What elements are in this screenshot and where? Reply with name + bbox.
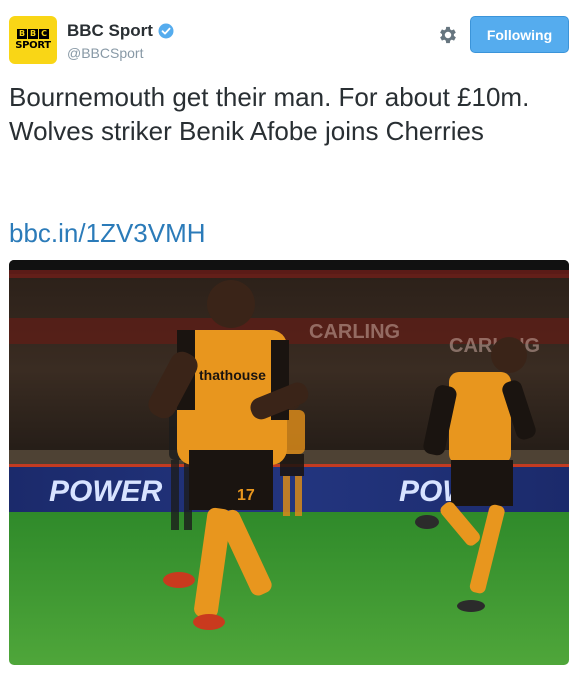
avatar[interactable]: B B C SPORT bbox=[9, 16, 57, 64]
display-name[interactable]: BBC Sport bbox=[67, 21, 153, 41]
bbc-logo: B B C bbox=[17, 29, 49, 39]
shirt-number: 17 bbox=[237, 487, 255, 504]
avatar-letter: B bbox=[28, 29, 38, 39]
avatar-sport-text: SPORT bbox=[15, 40, 51, 51]
account-names: BBC Sport @BBCSport bbox=[67, 21, 174, 61]
tweet-photo[interactable]: CARLING CARLING POWER POWER bbox=[9, 260, 569, 665]
tweet-card: B B C SPORT BBC Sport @BBCSport Followin… bbox=[0, 0, 582, 673]
stand-text: CARLING bbox=[309, 321, 400, 343]
verified-icon bbox=[158, 23, 174, 39]
gear-icon[interactable] bbox=[437, 24, 459, 46]
shirt-sponsor: thathouse bbox=[199, 367, 266, 383]
tweet-text: Bournemouth get their man. For about £10… bbox=[9, 82, 530, 146]
photo-scene: CARLING CARLING POWER POWER bbox=[9, 260, 569, 665]
avatar-letter: B bbox=[17, 29, 27, 39]
board-text: POWER bbox=[49, 475, 163, 508]
handle[interactable]: @BBCSport bbox=[67, 45, 174, 61]
tweet-link[interactable]: bbc.in/1ZV3VMH bbox=[9, 216, 206, 250]
following-button[interactable]: Following bbox=[470, 16, 569, 53]
avatar-letter: C bbox=[39, 29, 49, 39]
display-name-row[interactable]: BBC Sport bbox=[67, 21, 174, 41]
